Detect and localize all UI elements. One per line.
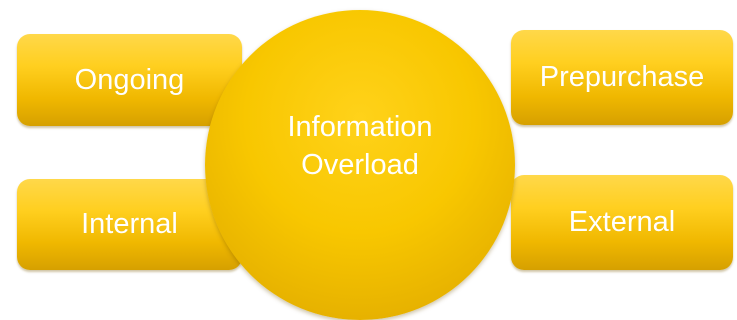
node-external: External xyxy=(511,175,733,270)
node-external-label: External xyxy=(568,206,676,238)
node-ongoing: Ongoing xyxy=(17,34,242,126)
center-label-line-2: Overload xyxy=(301,149,419,181)
node-internal-label: Internal xyxy=(81,208,178,240)
center-circle: Information Overload xyxy=(205,10,515,320)
center-label-line-1: Information xyxy=(287,111,433,143)
node-prepurchase: Prepurchase xyxy=(511,30,733,125)
center-label: Information Overload xyxy=(287,108,432,184)
node-ongoing-label: Ongoing xyxy=(74,63,185,96)
information-overload-diagram: Ongoing Internal Prepurchase External In… xyxy=(0,0,737,320)
node-prepurchase-label: Prepurchase xyxy=(539,61,705,93)
